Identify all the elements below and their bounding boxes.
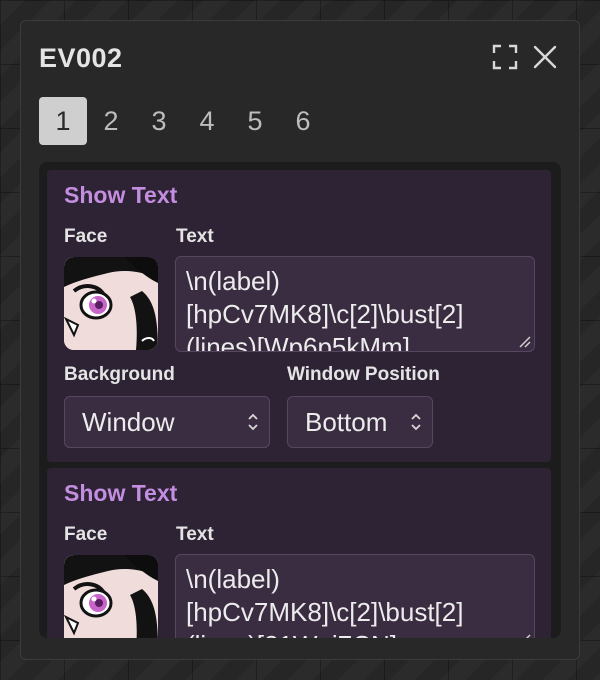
background-select[interactable]: Window <box>64 396 270 448</box>
tab-4[interactable]: 4 <box>183 97 231 145</box>
face-portrait[interactable] <box>64 257 158 350</box>
tab-6[interactable]: 6 <box>279 97 327 145</box>
text-line: (lines)[21Wgj7CN] <box>186 629 524 638</box>
background-label: Background <box>64 364 175 385</box>
window-position-label: Window Position <box>287 364 440 385</box>
command-title: Show Text <box>64 480 178 506</box>
page-tabs: 1 2 3 4 5 6 <box>39 97 327 145</box>
panel-title: EV002 <box>39 43 123 73</box>
text-line: [hpCv7MK8]\c[2]\bust[2] <box>186 299 464 329</box>
text-line: (lines)[Wp6p5kMm] <box>186 332 410 352</box>
show-text-command: Show Text Face Text \n(label) [hpCv7MK8]… <box>47 468 551 638</box>
text-line: \n(label) <box>186 564 280 594</box>
face-label: Face <box>64 524 108 545</box>
text-label: Text <box>176 226 214 247</box>
command-title: Show Text <box>64 182 178 208</box>
expand-icon[interactable] <box>491 43 519 71</box>
text-field[interactable]: \n(label) [hpCv7MK8]\c[2]\bust[2] (lines… <box>175 554 535 638</box>
tab-1[interactable]: 1 <box>39 97 87 145</box>
window-position-value: Bottom <box>305 407 388 437</box>
tab-5[interactable]: 5 <box>231 97 279 145</box>
resize-grip-icon[interactable] <box>519 336 531 348</box>
resize-grip-icon[interactable] <box>519 634 531 638</box>
text-line: \n(label) <box>186 266 280 296</box>
face-portrait[interactable] <box>64 555 158 638</box>
command-list[interactable]: Show Text Face Text \n(label) [hpCv7MK8]… <box>39 162 561 638</box>
event-panel: EV002 1 2 3 4 5 6 Show Text Face Text \n… <box>20 20 580 660</box>
window-position-select[interactable]: Bottom <box>287 396 433 448</box>
background-value: Window <box>82 407 175 437</box>
tab-2[interactable]: 2 <box>87 97 135 145</box>
show-text-command: Show Text Face Text \n(label) [hpCv7MK8]… <box>47 170 551 462</box>
text-line: [hpCv7MK8]\c[2]\bust[2] <box>186 597 464 627</box>
face-label: Face <box>64 226 108 247</box>
chevron-up-down-icon <box>248 413 258 431</box>
tab-3[interactable]: 3 <box>135 97 183 145</box>
text-label: Text <box>176 524 214 545</box>
text-field[interactable]: \n(label) [hpCv7MK8]\c[2]\bust[2] (lines… <box>175 256 535 352</box>
close-icon[interactable] <box>531 43 559 71</box>
chevron-up-down-icon <box>411 413 421 431</box>
